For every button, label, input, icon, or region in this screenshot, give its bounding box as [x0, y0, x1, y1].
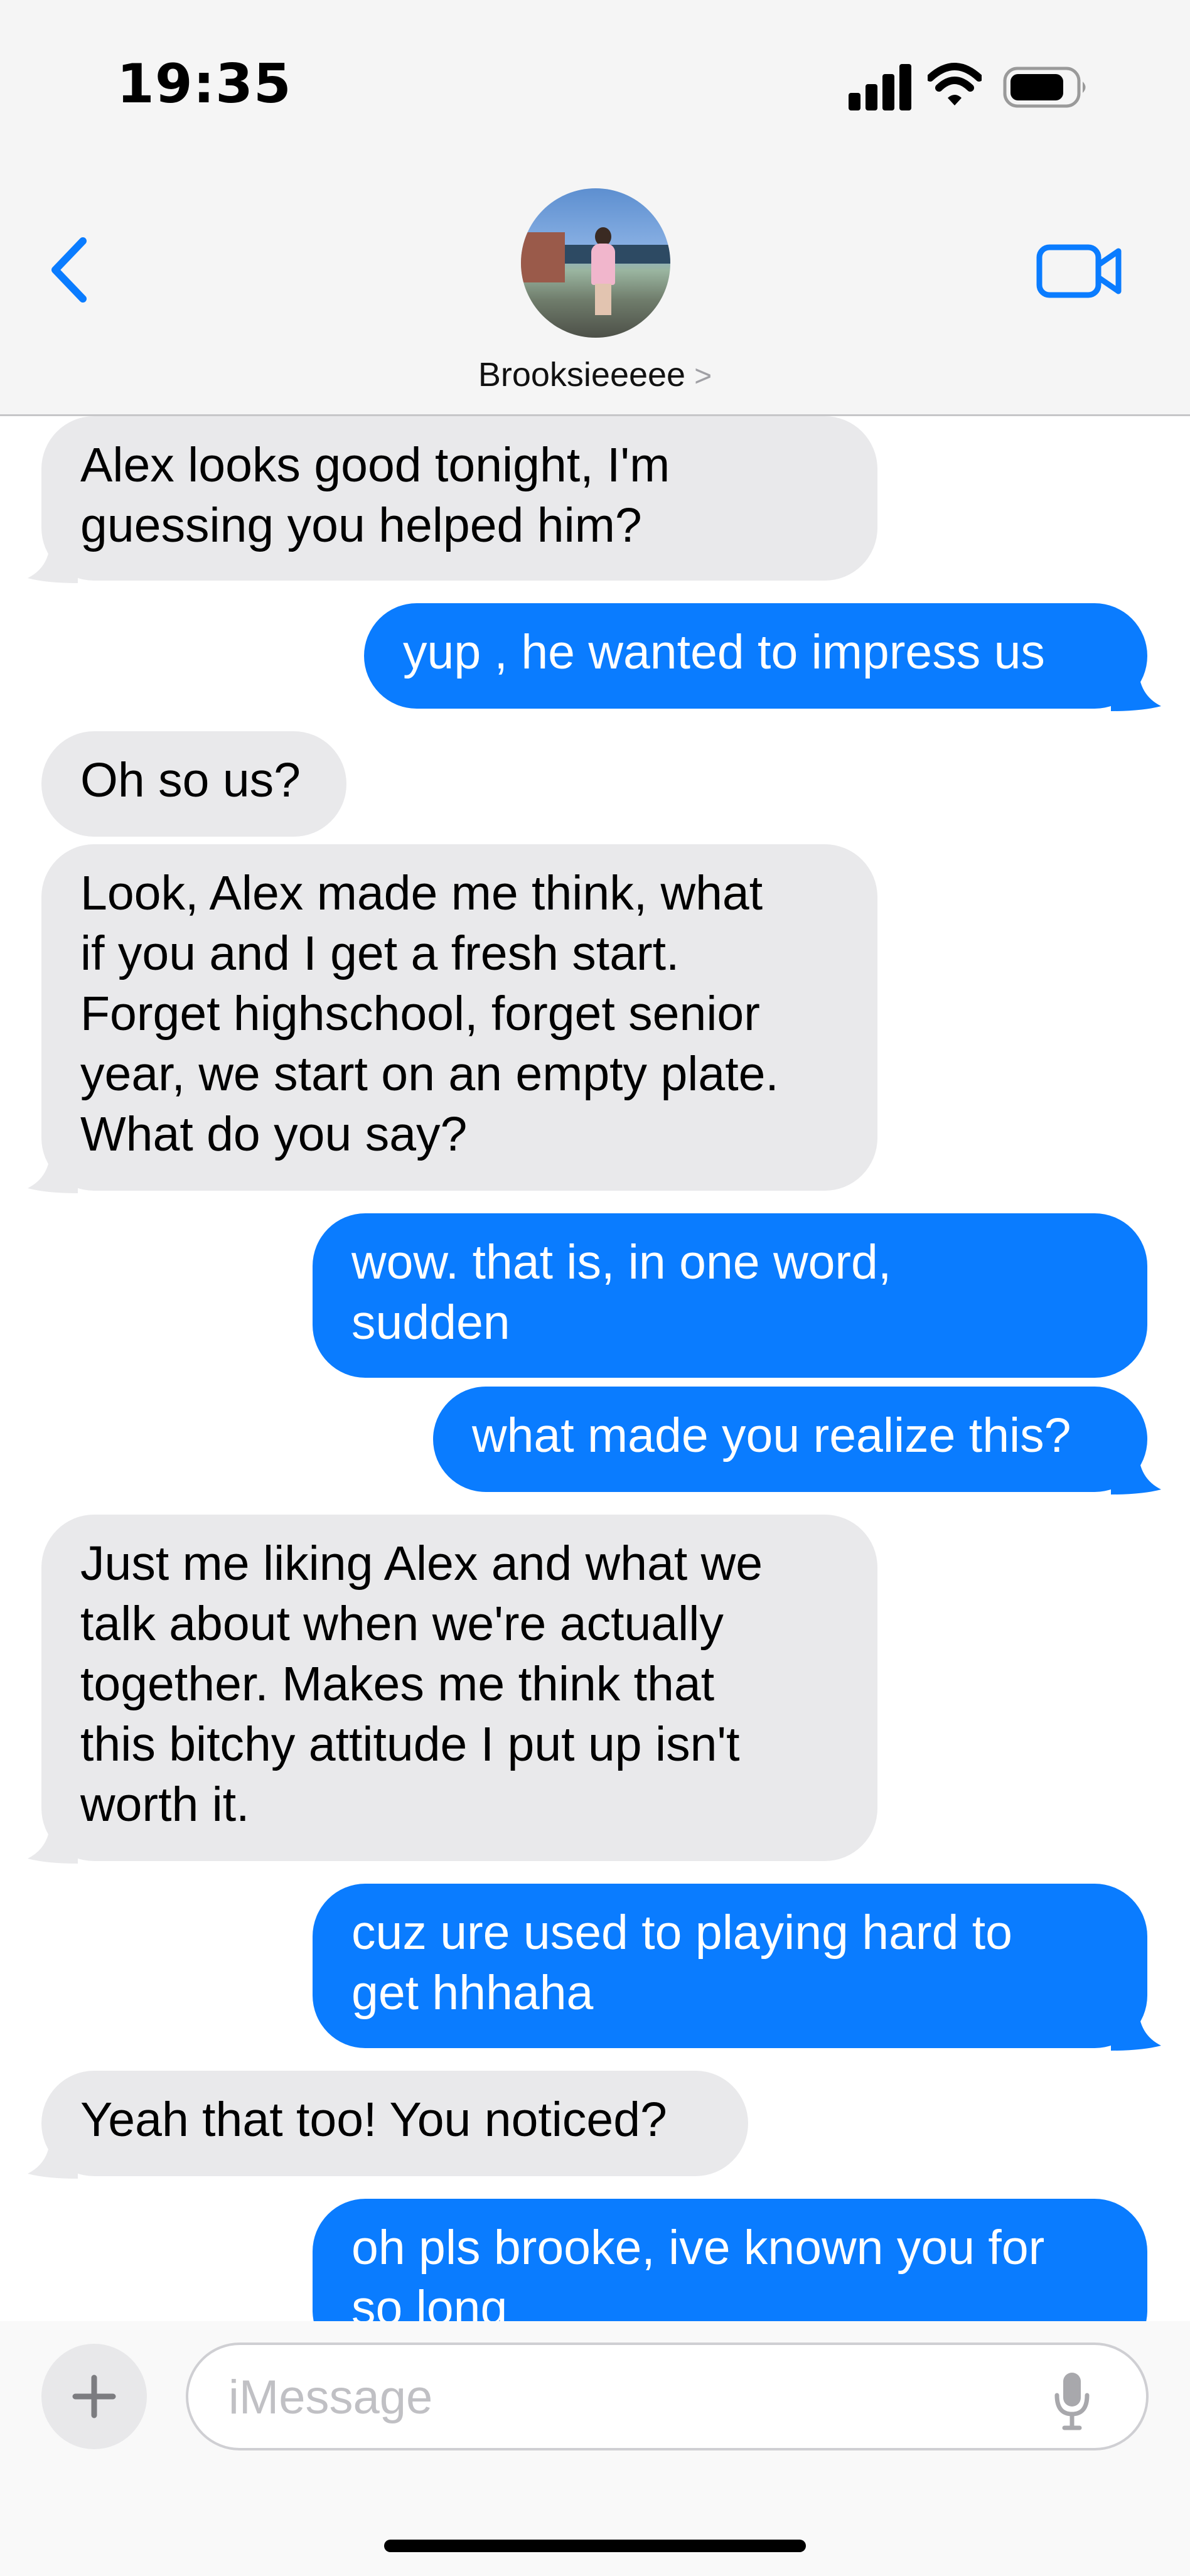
incoming-message[interactable]: Yeah that too! You noticed?: [28, 2071, 748, 2179]
message-line: cuz ure used to playing hard to: [351, 1906, 1012, 1960]
message-line: Look, Alex made me think, what: [80, 866, 763, 920]
message-line: oh pls brooke, ive known you for: [351, 2221, 1045, 2275]
message-line: wow. that is, in one word,: [351, 1235, 892, 1289]
plus-icon: [72, 2375, 116, 2418]
message-line: sudden: [351, 1296, 510, 1350]
outgoing-message[interactable]: yup , he wanted to impress us: [364, 603, 1161, 711]
outgoing-message[interactable]: oh pls brooke, ive known you for so long: [313, 2199, 1147, 2321]
message-line: so long: [351, 2281, 508, 2321]
message-line: Just me liking Alex and what we: [80, 1537, 763, 1591]
status-time: 19:35: [117, 53, 292, 115]
message-line: Yeah that too! You noticed?: [80, 2093, 667, 2147]
contact-name: Brooksieeeee: [478, 356, 686, 394]
message-line: What do you say?: [80, 1107, 468, 1161]
imessage-placeholder: iMessage: [228, 2371, 433, 2424]
message-line: guessing you helped him?: [80, 498, 642, 552]
video-camera-icon: [1036, 244, 1122, 298]
message-list[interactable]: Alex looks good tonight, I'm guessing yo…: [0, 416, 1190, 2321]
message-line: year, we start on an empty plate.: [80, 1047, 779, 1101]
contact-avatar[interactable]: [521, 188, 670, 338]
message-line: if you and I get a fresh start.: [80, 926, 680, 980]
imessage-input[interactable]: iMessage: [186, 2343, 1149, 2450]
home-indicator: [384, 2540, 806, 2552]
outgoing-message[interactable]: wow. that is, in one word, sudden: [313, 1213, 1147, 1378]
battery-icon: [1003, 67, 1086, 108]
message-line: talk about when we're actually: [80, 1597, 724, 1651]
video-call-button[interactable]: [1036, 239, 1123, 301]
outgoing-message[interactable]: cuz ure used to playing hard to get hhha…: [313, 1884, 1161, 2051]
incoming-message[interactable]: Alex looks good tonight, I'm guessing yo…: [28, 416, 877, 583]
apps-plus-button[interactable]: [41, 2344, 147, 2449]
wifi-icon: [928, 63, 982, 105]
incoming-message[interactable]: Oh so us?: [41, 731, 346, 837]
message-line: together. Makes me think that: [80, 1657, 715, 1711]
chevron-left-icon: [51, 237, 87, 303]
outgoing-message[interactable]: what made you realize this?: [433, 1387, 1161, 1495]
back-button[interactable]: [46, 232, 97, 308]
message-line: worth it.: [80, 1778, 250, 1832]
cellular-signal-icon: [849, 63, 911, 110]
incoming-message[interactable]: Just me liking Alex and what we talk abo…: [28, 1515, 877, 1864]
message-line: get hhhaha: [351, 1966, 594, 2020]
conversation-header: Brooksieeeee >: [0, 169, 1190, 416]
message-line: Oh so us?: [80, 753, 301, 807]
microphone-icon[interactable]: [1053, 2370, 1091, 2430]
message-line: Forget highschool, forget senior: [80, 987, 760, 1041]
chevron-right-icon: >: [694, 360, 712, 393]
message-line: Alex looks good tonight, I'm: [80, 438, 670, 492]
contact-name-button[interactable]: Brooksieeeee >: [0, 355, 1190, 394]
status-bar: 19:35: [0, 0, 1190, 169]
message-line: what made you realize this?: [472, 1409, 1071, 1462]
incoming-message[interactable]: Look, Alex made me think, what if you an…: [28, 844, 877, 1193]
compose-bar: iMessage: [0, 2321, 1190, 2576]
message-line: yup , he wanted to impress us: [403, 625, 1045, 679]
message-line: this bitchy attitude I put up isn't: [80, 1717, 740, 1771]
